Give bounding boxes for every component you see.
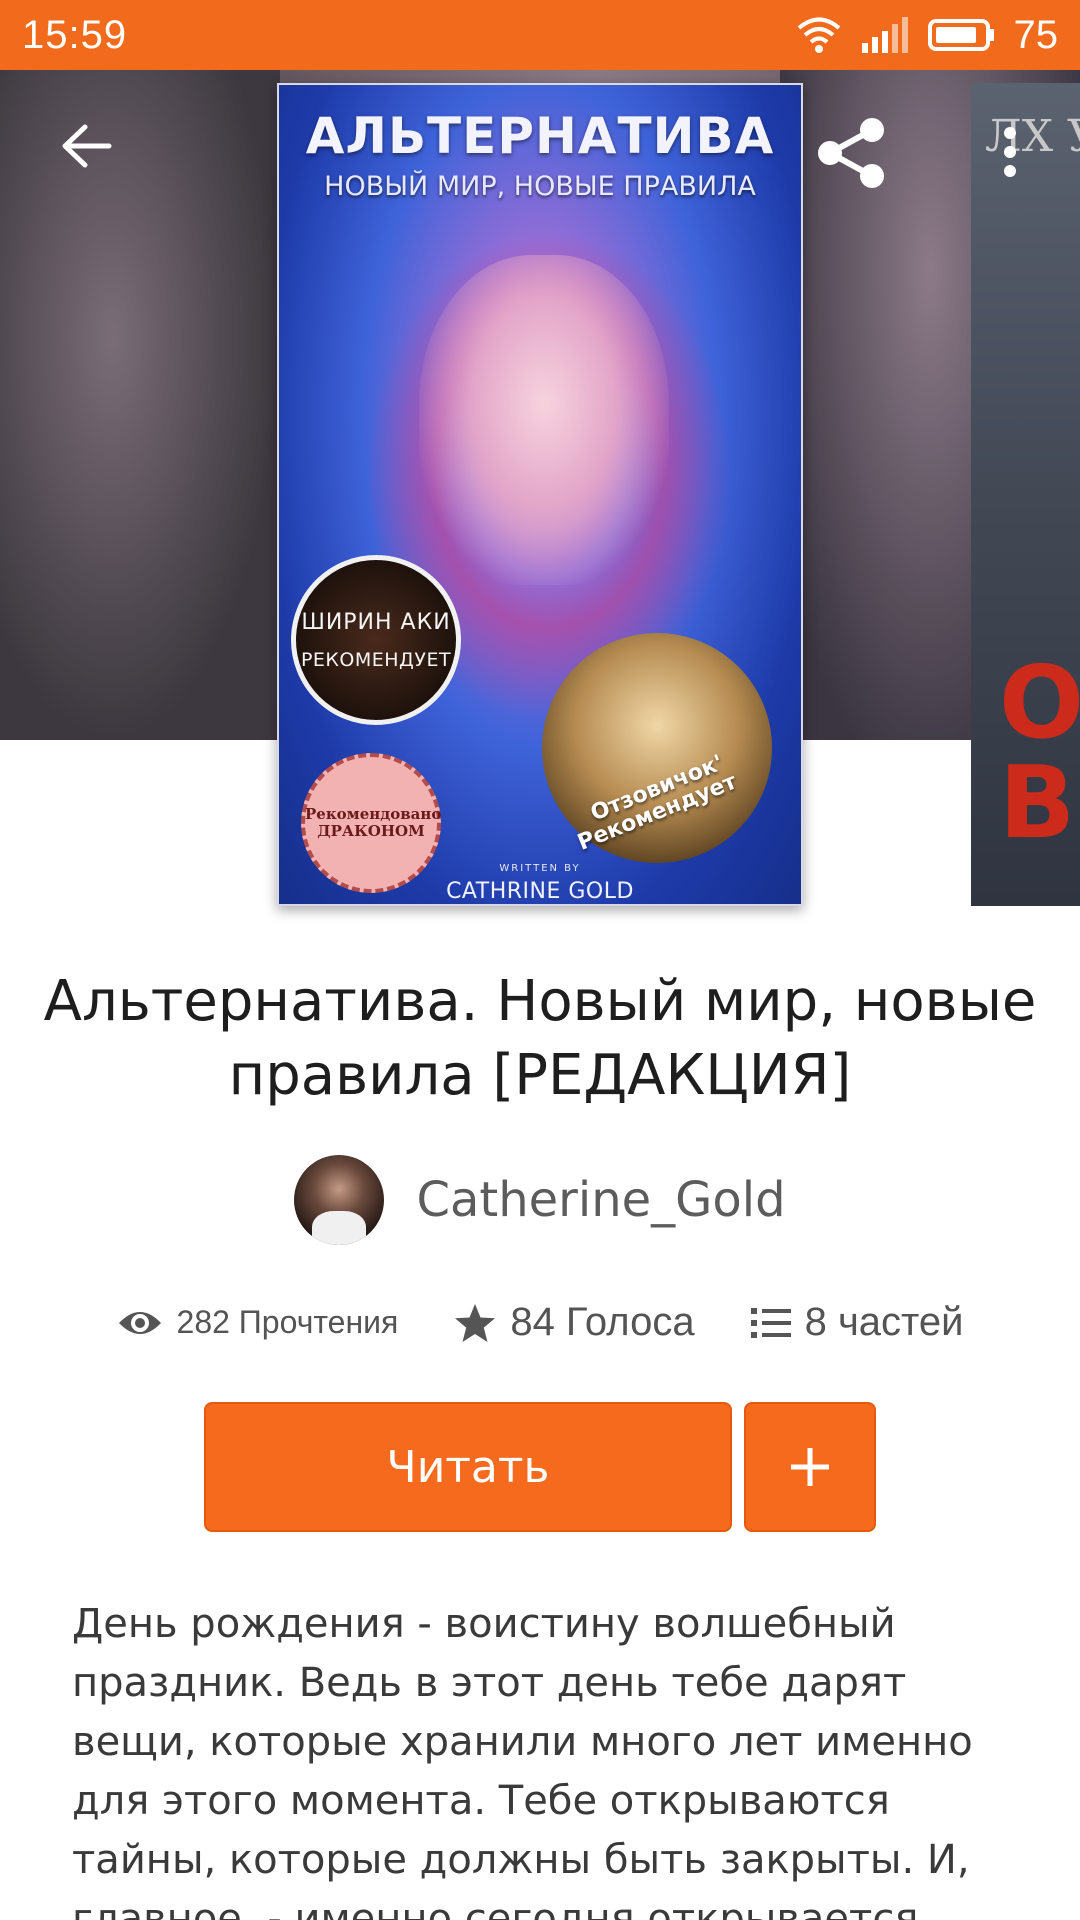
cover-badge-heart: Отзовичок' Рекомендует xyxy=(542,633,772,863)
next-book-cover[interactable]: ЛХ У О В xyxy=(971,83,1080,906)
eye-icon xyxy=(118,1311,161,1334)
stat-reads: 282 Прочтения xyxy=(117,1304,399,1341)
battery-level: 75 xyxy=(1013,12,1059,57)
badge-shirin-bottom: РЕКОМЕНДУЕТ xyxy=(300,648,452,671)
cover-artwork-face xyxy=(419,255,669,585)
cover-badge-shirin: ШИРИН АКИ РЕКОМЕНДУЕТ xyxy=(291,555,461,725)
stats-row: 282 Прочтения 84 Голоса 8 частей xyxy=(0,1300,1080,1345)
cover-title: АЛЬТЕРНАТИВА xyxy=(305,107,775,165)
read-button[interactable]: Читать xyxy=(204,1402,732,1532)
share-button[interactable] xyxy=(806,108,896,198)
add-to-library-button[interactable] xyxy=(744,1402,876,1532)
avatar[interactable] xyxy=(294,1155,385,1245)
hero-blur-left xyxy=(0,70,280,740)
badge-shirin-top: ШИРИН АКИ xyxy=(301,609,451,635)
votes-count: 84 Голоса xyxy=(510,1300,695,1344)
book-cover[interactable]: АЛЬТЕРНАТИВА НОВЫЙ МИР, НОВЫЕ ПРАВИЛА ШИ… xyxy=(277,83,803,906)
star-icon xyxy=(455,1303,496,1342)
status-bar: 15:59 75 xyxy=(0,0,1080,70)
stat-parts[interactable]: 8 частей xyxy=(750,1300,964,1345)
more-options-button[interactable] xyxy=(980,112,1040,192)
battery-icon xyxy=(927,17,996,53)
badge-recommended-line1: Рекомендовано xyxy=(305,804,442,823)
share-icon xyxy=(818,118,884,188)
story-description: День рождения - воистину волшебный празд… xyxy=(72,1601,973,1920)
back-button[interactable] xyxy=(48,108,124,184)
more-vertical-icon xyxy=(1004,127,1016,177)
author-row[interactable]: Catherine_Gold xyxy=(0,1155,1080,1245)
reads-count: 282 Прочтения xyxy=(176,1304,399,1340)
next-book-red-text: О В xyxy=(999,644,1080,861)
story-title: Альтернатива. Новый мир, новые правила [… xyxy=(43,969,1037,1108)
badge-recommended-line2: ДРАКОНОМ xyxy=(317,822,425,840)
status-time: 15:59 xyxy=(22,12,128,57)
wifi-icon xyxy=(796,15,842,55)
cover-written-by: WRITTEN BY xyxy=(499,863,581,874)
signal-icon xyxy=(860,17,910,53)
cover-author: CATHRINE GOLD xyxy=(446,879,634,904)
author-name[interactable]: Catherine_Gold xyxy=(416,1172,785,1228)
cover-subtitle: НОВЫЙ МИР, НОВЫЕ ПРАВИЛА xyxy=(324,171,756,202)
parts-count: 8 частей xyxy=(804,1300,964,1344)
list-icon xyxy=(750,1307,791,1338)
plus-icon xyxy=(791,1448,829,1486)
arrow-left-icon xyxy=(62,124,112,168)
status-icons: 75 xyxy=(796,12,1059,58)
stat-votes: 84 Голоса xyxy=(454,1300,695,1345)
